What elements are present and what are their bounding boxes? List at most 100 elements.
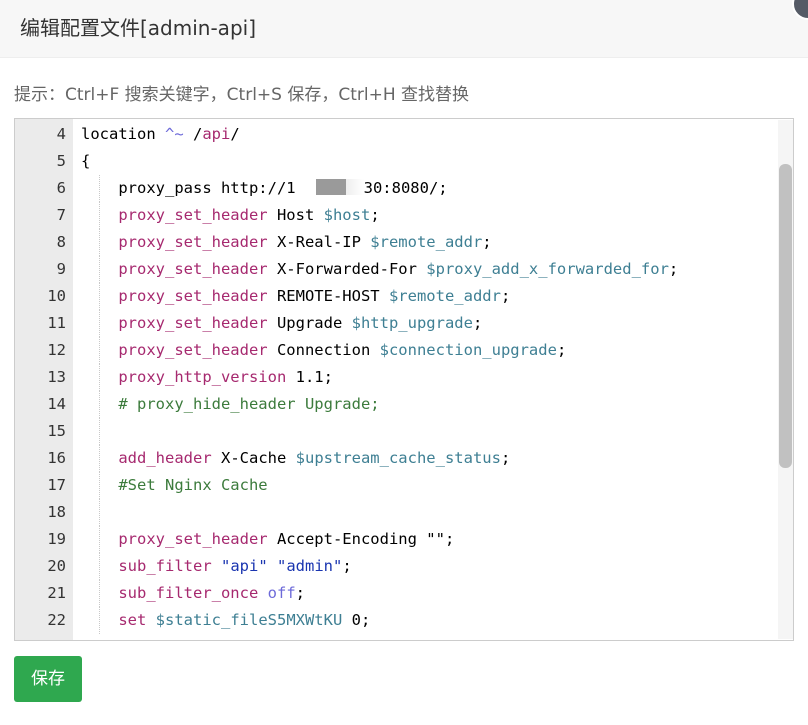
code-token: Host — [267, 206, 324, 224]
code-line[interactable]: 5{ — [15, 148, 793, 175]
code-token: ; — [370, 206, 380, 224]
line-code: #Set Nginx Cache — [81, 472, 268, 499]
line-number: 20 — [47, 557, 66, 575]
code-token: $remote_addr — [370, 233, 483, 251]
code-line[interactable]: 18 — [15, 499, 793, 526]
line-number: 19 — [47, 530, 66, 548]
redaction-mask — [295, 179, 364, 195]
dialog-title: 编辑配置文件[admin-api] — [20, 16, 256, 40]
code-token: X-Forwarded-For — [267, 260, 427, 278]
code-line[interactable]: 17 #Set Nginx Cache — [15, 472, 793, 499]
line-code: proxy_set_header X-Forwarded-For $proxy_… — [81, 256, 678, 283]
line-code: sub_filter "api" "admin"; — [81, 553, 352, 580]
code-token: $proxy_add_x_forwarded_for — [426, 260, 669, 278]
close-icon[interactable] — [792, 0, 808, 20]
code-token: proxy_pass http://1 — [81, 179, 296, 197]
code-token: off — [267, 584, 296, 602]
code-token: Upgrade — [267, 314, 352, 332]
code-line[interactable]: 4 location ^~ /api/ — [15, 121, 793, 148]
code-line[interactable]: 12 proxy_set_header Connection $connecti… — [15, 337, 793, 364]
line-number: 4 — [56, 125, 66, 143]
code-token: / — [183, 125, 203, 143]
code-token: X-Real-IP — [267, 233, 371, 251]
line-number: 13 — [47, 368, 66, 386]
code-line[interactable]: 16 add_header X-Cache $upstream_cache_st… — [15, 445, 793, 472]
code-token: ; — [500, 449, 511, 467]
code-line[interactable]: 19 proxy_set_header Accept-Encoding ""; — [15, 526, 793, 553]
code-token: proxy_set_header — [118, 530, 268, 548]
line-number: 8 — [56, 233, 66, 251]
code-token: ; — [444, 530, 455, 548]
code-token: $connection_upgrade — [379, 341, 557, 359]
code-token: / — [230, 125, 240, 143]
code-line[interactable]: 10 proxy_set_header REMOTE-HOST $remote_… — [15, 283, 793, 310]
indent-guide — [99, 418, 101, 445]
code-token: REMOTE-HOST — [267, 287, 389, 305]
scrollbar-thumb[interactable] — [779, 164, 792, 468]
code-token: api — [202, 125, 231, 143]
code-line[interactable]: 13 proxy_http_version 1.1; — [15, 364, 793, 391]
code-token: ; — [556, 341, 567, 359]
code-token: 1.1; — [286, 368, 333, 386]
code-token: ; — [342, 557, 352, 575]
line-code: proxy_pass http://1 30:8080/; — [81, 175, 448, 202]
code-line[interactable]: 21 sub_filter_once off; — [15, 580, 793, 607]
code-line[interactable]: 20 sub_filter "api" "admin"; — [15, 553, 793, 580]
code-token: "admin" — [277, 557, 343, 575]
line-number: 18 — [47, 503, 66, 521]
code-token: ; — [482, 233, 492, 251]
code-token: proxy_set_header — [118, 206, 268, 224]
code-token: proxy_set_header — [118, 341, 268, 359]
editor-scrollbar[interactable] — [778, 120, 793, 639]
code-token: $http_upgrade — [351, 314, 473, 332]
save-button[interactable]: 保存 — [14, 656, 82, 702]
code-token: { — [81, 152, 91, 170]
code-token: location — [81, 125, 165, 143]
line-number: 16 — [47, 449, 66, 467]
code-token: #Set Nginx Cache — [118, 476, 268, 494]
code-line[interactable]: 14 # proxy_hide_header Upgrade; — [15, 391, 793, 418]
code-token: ; — [295, 584, 305, 602]
code-line[interactable]: 15 — [15, 418, 793, 445]
code-line[interactable]: 11 proxy_set_header Upgrade $http_upgrad… — [15, 310, 793, 337]
code-lines[interactable]: 4 location ^~ /api/5{6 proxy_pass http://… — [15, 121, 793, 634]
code-token: ^~ — [165, 125, 184, 143]
code-line[interactable]: 8 proxy_set_header X-Real-IP $remote_add… — [15, 229, 793, 256]
code-token: sub_filter_once — [118, 584, 259, 602]
code-token: Accept-Encoding — [267, 530, 427, 548]
line-code: proxy_set_header Upgrade $http_upgrade; — [81, 310, 482, 337]
line-code: proxy_set_header X-Real-IP $remote_addr; — [81, 229, 492, 256]
editor-hint: 提示：Ctrl+F 搜索关键字，Ctrl+S 保存，Ctrl+H 查找替换 — [14, 85, 470, 105]
code-token: ; — [668, 260, 679, 278]
code-token: X-Cache — [211, 449, 296, 467]
code-editor[interactable]: 4 location ^~ /api/5{6 proxy_pass http://… — [14, 118, 794, 641]
code-line[interactable]: 7 proxy_set_header Host $host; — [15, 202, 793, 229]
code-token: # proxy_hide_header Upgrade; — [118, 395, 380, 413]
line-number: 15 — [47, 422, 66, 440]
line-number: 10 — [47, 287, 66, 305]
code-token: ; — [472, 314, 483, 332]
code-token: set — [118, 611, 147, 629]
code-token: $host — [323, 206, 371, 224]
code-line[interactable]: 9 proxy_set_header X-Forwarded-For $prox… — [15, 256, 793, 283]
line-number: 5 — [56, 152, 66, 170]
line-code: proxy_set_header REMOTE-HOST $remote_add… — [81, 283, 510, 310]
code-token: proxy_set_header — [118, 287, 268, 305]
code-line[interactable]: 22 set $static_fileS5MXWtKU 0; — [15, 607, 793, 634]
line-number: 17 — [47, 476, 66, 494]
code-line[interactable]: 6 proxy_pass http://1 30:8080/; — [15, 175, 793, 202]
line-code: proxy_set_header Accept-Encoding ""; — [81, 526, 454, 553]
code-token: ; — [500, 287, 511, 305]
